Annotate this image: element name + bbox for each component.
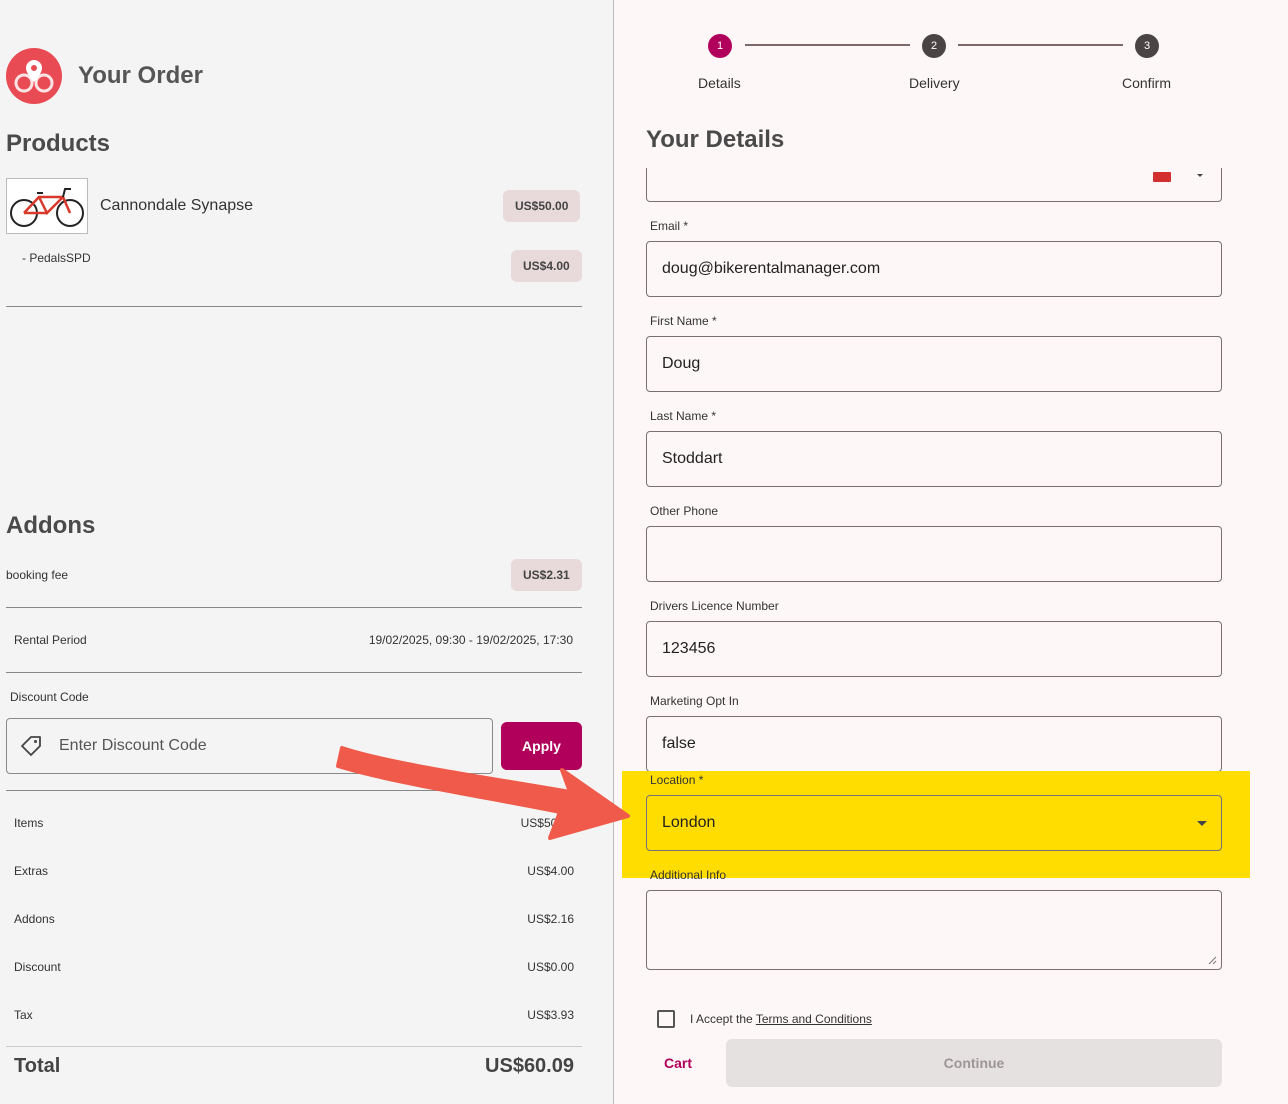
last-name-label: Last Name * bbox=[650, 409, 717, 423]
details-heading: Your Details bbox=[646, 126, 785, 153]
resize-handle-icon[interactable] bbox=[1207, 955, 1217, 965]
first-name-field[interactable]: Doug bbox=[646, 336, 1222, 392]
rental-period-label: Rental Period bbox=[14, 633, 87, 647]
last-name-field[interactable]: Stoddart bbox=[646, 431, 1222, 487]
total-label: Total bbox=[14, 1055, 61, 1077]
products-heading: Products bbox=[6, 130, 111, 157]
order-panel: Your Order Products Cannondale Synapse U… bbox=[0, 0, 614, 1104]
email-field[interactable]: doug@bikerentalmanager.com bbox=[646, 241, 1222, 297]
brand: Your Order bbox=[6, 48, 203, 104]
stepper-connector bbox=[745, 44, 910, 46]
sub-item-price-badge: US$4.00 bbox=[511, 250, 582, 282]
flag-icon bbox=[1153, 172, 1171, 182]
continue-button[interactable]: Continue bbox=[726, 1039, 1222, 1087]
divider bbox=[6, 672, 582, 673]
summary-value: US$4.00 bbox=[527, 864, 574, 878]
marketing-label: Marketing Opt In bbox=[650, 694, 739, 708]
total-value: US$60.09 bbox=[485, 1055, 574, 1077]
summary-row-extras: Extras US$4.00 bbox=[14, 864, 574, 878]
additional-info-label: Additional Info bbox=[650, 868, 727, 882]
terms-prefix: I Accept the bbox=[690, 1012, 756, 1026]
discount-code-label: Discount Code bbox=[10, 690, 89, 704]
page-title: Your Order bbox=[78, 62, 203, 89]
location-value: London bbox=[662, 814, 716, 831]
step-3-indicator[interactable]: 3 bbox=[1135, 34, 1159, 58]
terms-link[interactable]: Terms and Conditions bbox=[756, 1012, 872, 1026]
addon-name: booking fee bbox=[6, 568, 69, 582]
rental-period-value: 19/02/2025, 09:30 - 19/02/2025, 17:30 bbox=[368, 633, 573, 647]
phone-field[interactable] bbox=[646, 168, 1222, 202]
other-phone-label: Other Phone bbox=[650, 504, 719, 518]
summary-row-addons: Addons US$2.16 bbox=[14, 912, 574, 926]
addons-heading: Addons bbox=[6, 512, 96, 539]
total-row: Total US$60.09 bbox=[14, 1055, 574, 1078]
summary-label: Addons bbox=[14, 912, 55, 926]
summary-row-discount: Discount US$0.00 bbox=[14, 960, 574, 974]
step-1-label[interactable]: Details bbox=[698, 75, 741, 91]
stepper-connector bbox=[958, 44, 1123, 46]
summary-label: Items bbox=[14, 816, 44, 830]
location-label: Location * bbox=[650, 773, 704, 787]
divider bbox=[6, 607, 582, 608]
summary-label: Discount bbox=[14, 960, 61, 974]
email-label: Email * bbox=[650, 219, 689, 233]
product-name: Cannondale Synapse bbox=[100, 197, 254, 214]
step-2-label[interactable]: Delivery bbox=[909, 75, 960, 91]
summary-row-tax: Tax US$3.93 bbox=[14, 1008, 574, 1022]
summary-label: Extras bbox=[14, 864, 49, 878]
licence-field[interactable]: 123456 bbox=[646, 621, 1222, 677]
step-3-label[interactable]: Confirm bbox=[1122, 75, 1171, 91]
step-1-indicator[interactable]: 1 bbox=[708, 34, 732, 58]
addon-price-badge: US$2.31 bbox=[511, 559, 582, 591]
cart-button[interactable]: Cart bbox=[650, 1044, 706, 1082]
discount-code-placeholder: Enter Discount Code bbox=[59, 737, 207, 754]
summary-label: Tax bbox=[14, 1008, 33, 1022]
chevron-down-icon[interactable] bbox=[1197, 821, 1207, 826]
first-name-label: First Name * bbox=[650, 314, 717, 328]
additional-info-textarea[interactable] bbox=[646, 890, 1222, 970]
step-2-indicator[interactable]: 2 bbox=[922, 34, 946, 58]
tag-icon bbox=[21, 736, 41, 756]
terms-text: I Accept the Terms and Conditions bbox=[690, 1012, 872, 1026]
logo-icon bbox=[6, 48, 62, 104]
annotation-arrow-icon bbox=[336, 746, 630, 840]
location-select[interactable]: London bbox=[646, 795, 1222, 851]
summary-value: US$3.93 bbox=[527, 1008, 574, 1022]
summary-value: US$0.00 bbox=[527, 960, 574, 974]
marketing-field[interactable]: false bbox=[646, 716, 1222, 772]
divider bbox=[6, 306, 582, 307]
product-price-badge: US$50.00 bbox=[503, 190, 581, 222]
licence-label: Drivers Licence Number bbox=[650, 599, 779, 613]
divider bbox=[6, 1046, 582, 1047]
bike-image bbox=[6, 178, 88, 234]
terms-checkbox[interactable] bbox=[657, 1010, 675, 1028]
sub-item-name: - PedalsSPD bbox=[22, 251, 91, 265]
summary-value: US$2.16 bbox=[527, 912, 574, 926]
chevron-down-icon[interactable] bbox=[1197, 174, 1203, 177]
other-phone-field[interactable] bbox=[646, 526, 1222, 582]
